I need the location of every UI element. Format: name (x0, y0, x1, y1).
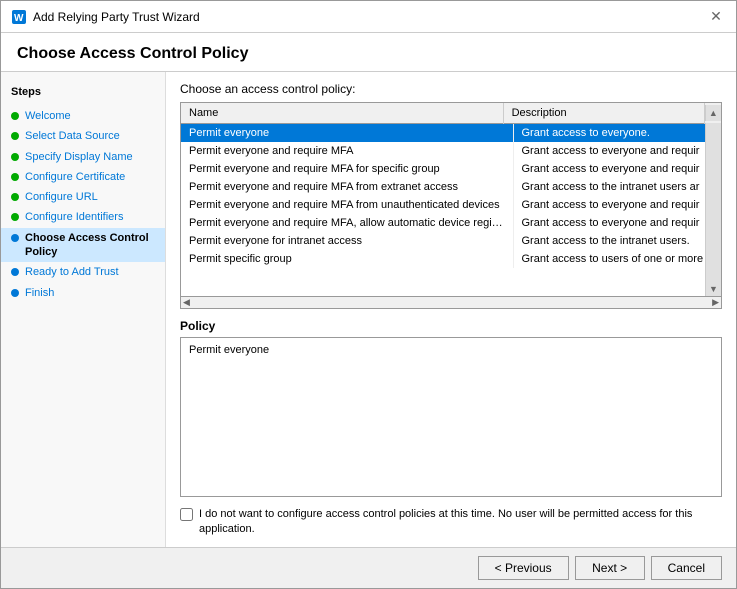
table-cell-desc: Grant access to everyone. (513, 124, 721, 142)
sidebar-title: Steps (1, 82, 165, 106)
sidebar-dot (11, 173, 19, 181)
table-row[interactable]: Permit everyone and require MFA for spec… (181, 160, 721, 178)
col-desc-header: Description (503, 103, 704, 124)
policy-section: Policy Permit everyone (180, 319, 722, 497)
sidebar-item-welcome[interactable]: Welcome (1, 106, 165, 126)
sidebar-dot (11, 132, 19, 140)
title-bar-left: W Add Relying Party Trust Wizard (11, 9, 200, 25)
table-header-row: Name Description ▲ (181, 103, 721, 124)
policy-table-container: Name Description ▲ (180, 102, 722, 297)
policy-text-box: Permit everyone (180, 337, 722, 497)
col-name-header: Name (181, 103, 503, 124)
table-cell-name: Permit specific group (181, 250, 513, 268)
policy-table-body: Permit everyoneGrant access to everyone.… (181, 124, 721, 268)
horizontal-scrollbar[interactable]: ◀ ▶ (180, 297, 722, 309)
table-cell-name: Permit everyone and require MFA (181, 142, 513, 160)
sidebar-item-label: Choose Access Control Policy (25, 231, 155, 260)
sidebar-item-ready-to-add-trust[interactable]: Ready to Add Trust (1, 262, 165, 282)
close-button[interactable]: ✕ (706, 7, 726, 27)
sidebar-item-label: Specify Display Name (25, 150, 133, 164)
footer: < Previous Next > Cancel (1, 547, 736, 588)
table-cell-desc: Grant access to everyone and requir (513, 160, 721, 178)
sidebar-item-label: Select Data Source (25, 129, 120, 143)
scroll-header: ▲ (704, 103, 721, 124)
table-cell-desc: Grant access to everyone and requir (513, 196, 721, 214)
policy-text: Permit everyone (189, 344, 269, 356)
table-cell-name: Permit everyone for intranet access (181, 232, 513, 250)
sidebar: Steps Welcome Select Data Source Specify D… (1, 72, 166, 547)
sidebar-item-label: Configure Identifiers (25, 210, 123, 224)
table-cell-desc: Grant access to the intranet users ar (513, 178, 721, 196)
table-row[interactable]: Permit specific groupGrant access to use… (181, 250, 721, 268)
table-cell-desc: Grant access to everyone and requir (513, 214, 721, 232)
prev-button[interactable]: < Previous (478, 556, 569, 580)
sidebar-item-label: Ready to Add Trust (25, 265, 119, 279)
table-cell-name: Permit everyone and require MFA for spec… (181, 160, 513, 178)
table-cell-desc: Grant access to the intranet users. (513, 232, 721, 250)
svg-text:W: W (14, 13, 24, 24)
title-bar: W Add Relying Party Trust Wizard ✕ (1, 1, 736, 33)
section-label: Choose an access control policy: (180, 82, 722, 96)
cancel-button[interactable]: Cancel (651, 556, 722, 580)
page-title: Choose Access Control Policy (1, 33, 736, 72)
table-cell-name: Permit everyone and require MFA from una… (181, 196, 513, 214)
content-area: Steps Welcome Select Data Source Specify D… (1, 72, 736, 547)
sidebar-items: Welcome Select Data Source Specify Display… (1, 106, 165, 303)
policy-table-body-rows: Permit everyoneGrant access to everyone.… (181, 124, 721, 268)
sidebar-item-select-data-source[interactable]: Select Data Source (1, 126, 165, 146)
table-row[interactable]: Permit everyone and require MFA, allow a… (181, 214, 721, 232)
sidebar-item-configure-url[interactable]: Configure URL (1, 187, 165, 207)
table-cell-desc: Grant access to everyone and requir (513, 142, 721, 160)
table-row[interactable]: Permit everyone for intranet accessGrant… (181, 232, 721, 250)
table-cell-name: Permit everyone and require MFA from ext… (181, 178, 513, 196)
sidebar-item-label: Finish (25, 286, 54, 300)
sidebar-item-configure-certificate[interactable]: Configure Certificate (1, 167, 165, 187)
checkbox-label: I do not want to configure access contro… (199, 507, 722, 538)
wizard-window: W Add Relying Party Trust Wizard ✕ Choos… (0, 0, 737, 589)
no-policy-checkbox[interactable] (180, 508, 193, 521)
wizard-icon: W (11, 9, 27, 25)
sidebar-item-finish[interactable]: Finish (1, 283, 165, 303)
title-bar-text: Add Relying Party Trust Wizard (33, 10, 200, 24)
table-row[interactable]: Permit everyone and require MFA from una… (181, 196, 721, 214)
table-cell-name: Permit everyone (181, 124, 513, 142)
sidebar-item-specify-display-name[interactable]: Specify Display Name (1, 147, 165, 167)
table-row[interactable]: Permit everyone and require MFA from ext… (181, 178, 721, 196)
sidebar-dot (11, 289, 19, 297)
table-scroll-wrapper[interactable]: Permit everyoneGrant access to everyone.… (181, 124, 721, 294)
main-panel: Choose an access control policy: Name De… (166, 72, 736, 547)
sidebar-item-label: Configure Certificate (25, 170, 125, 184)
next-button[interactable]: Next > (575, 556, 645, 580)
sidebar-dot (11, 268, 19, 276)
sidebar-item-label: Welcome (25, 109, 71, 123)
table-row[interactable]: Permit everyoneGrant access to everyone. (181, 124, 721, 142)
sidebar-item-configure-identifiers[interactable]: Configure Identifiers (1, 207, 165, 227)
checkbox-row: I do not want to configure access contro… (180, 507, 722, 538)
sidebar-item-label: Configure URL (25, 190, 98, 204)
sidebar-dot (11, 234, 19, 242)
sidebar-dot (11, 153, 19, 161)
table-cell-name: Permit everyone and require MFA, allow a… (181, 214, 513, 232)
sidebar-dot (11, 193, 19, 201)
table-row[interactable]: Permit everyone and require MFAGrant acc… (181, 142, 721, 160)
vertical-scrollbar[interactable]: ▼ (705, 123, 721, 296)
sidebar-item-choose-access-control-policy[interactable]: Choose Access Control Policy (1, 228, 165, 263)
sidebar-dot (11, 112, 19, 120)
sidebar-dot (11, 213, 19, 221)
table-cell-desc: Grant access to users of one or more (513, 250, 721, 268)
policy-table: Name Description ▲ (181, 103, 721, 124)
policy-section-label: Policy (180, 319, 722, 333)
